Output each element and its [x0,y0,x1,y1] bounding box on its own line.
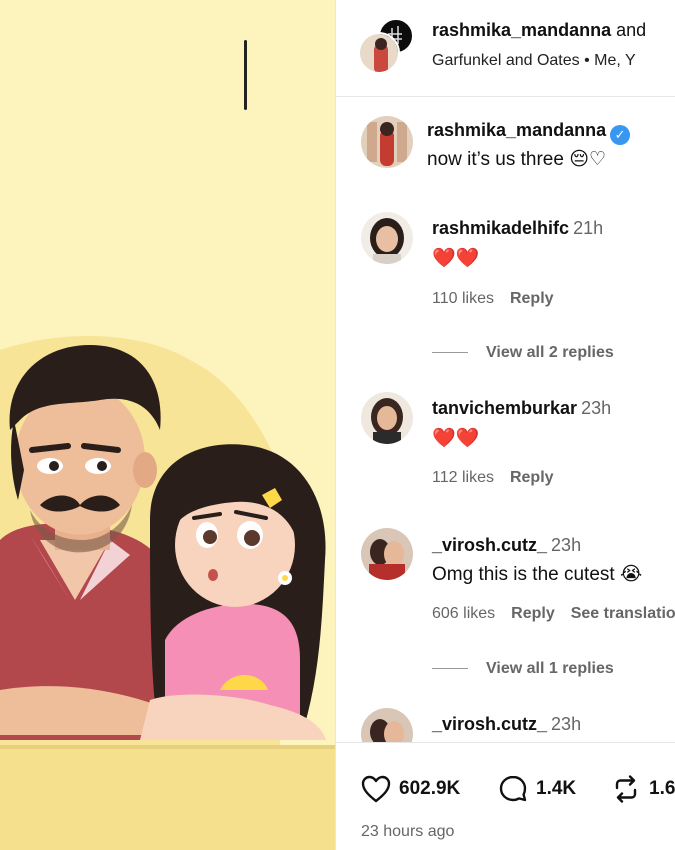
reply-button[interactable]: Reply [511,605,555,622]
caption-text: now it’s us three 😔♡ [427,149,607,170]
cartoon-illustration [0,0,335,850]
reply-button[interactable]: Reply [510,469,554,486]
comments-count[interactable]: 1.4K [536,778,576,800]
reposts-count[interactable]: 1.6 [649,778,675,800]
heart-icon [361,775,391,803]
like-button[interactable]: 602.9K [361,773,460,805]
comment-likes[interactable]: 110 likes [432,290,494,307]
comment-username[interactable]: tanvichemburkar 23h [432,398,611,419]
comment-username[interactable]: _virosh.cutz_ 23h [432,535,581,556]
post-panel: rashmika_mandanna and Garfunkel and Oate… [335,0,675,850]
post-header: rashmika_mandanna and Garfunkel and Oate… [336,0,675,97]
likes-count[interactable]: 602.9K [399,778,460,800]
author-username[interactable]: rashmika_mandanna [432,20,611,40]
comment-username[interactable]: rashmikadelhifc 21h [432,218,603,239]
comment-username-text[interactable]: tanvichemburkar [432,398,577,418]
comment-time: 21h [573,218,604,238]
repost-icon [615,775,637,803]
reply-button[interactable]: Reply [510,290,554,307]
comment-text: Omg this is the cutest 😭 [432,564,643,585]
comment-text: ❤️❤️ [432,428,480,449]
comment-time: 23h [551,714,582,734]
view-replies-button[interactable]: View all 1 replies [432,660,614,678]
comment-username-text[interactable]: _virosh.cutz_ [432,714,547,734]
avatar-photo-icon [361,116,413,168]
replies-divider [432,668,468,670]
comment-avatar[interactable] [361,392,413,444]
comment-button[interactable]: 1.4K [498,773,576,805]
avatar-primary[interactable] [358,32,400,74]
comment-time: 23h [581,398,612,418]
caption-avatar[interactable] [361,116,413,168]
avatar-photo-icon [361,212,413,264]
collab-and-text: and [611,20,647,40]
verified-badge-icon: ✓ [610,125,631,145]
view-replies-label[interactable]: View all 1 replies [486,660,614,677]
replies-divider [432,352,468,354]
comment-avatar[interactable] [361,212,413,264]
comment-username-text[interactable]: _virosh.cutz_ [432,535,547,555]
post-media[interactable] [0,0,335,850]
comment-username-text[interactable]: rashmikadelhifc [432,218,569,238]
avatar-photo-icon [361,528,413,580]
comment-meta: 110 likes Reply [432,290,570,308]
collab-avatars[interactable] [358,18,418,78]
post-timestamp[interactable]: 23 hours ago [361,823,454,841]
see-translation-button[interactable]: See translation [571,605,675,622]
view-replies-button[interactable]: View all 2 replies [432,344,614,362]
view-replies-label[interactable]: View all 2 replies [486,344,614,361]
comment-meta: 112 likes Reply [432,469,570,487]
caption-username[interactable]: rashmika_mandanna ✓ [427,120,631,145]
avatar-photo-icon [360,34,398,72]
caption-username-text[interactable]: rashmika_mandanna [427,120,606,140]
comment-likes[interactable]: 606 likes [432,605,495,622]
audio-subtitle[interactable]: Garfunkel and Oates • Me, Y [432,52,636,70]
comment-text: ❤️❤️ [432,248,480,269]
comment-time: 23h [551,535,582,555]
comment-avatar[interactable] [361,528,413,580]
comment-meta: 606 likes Reply See translation [432,605,675,623]
avatar-photo-icon [361,392,413,444]
repost-button[interactable]: 1.6 [611,773,675,805]
comment-likes[interactable]: 112 likes [432,469,494,486]
actions-bar: 602.9K 1.4K 1.6 23 hours ago [336,742,675,850]
post-author[interactable]: rashmika_mandanna and [432,20,646,41]
comment-icon [499,775,527,802]
comment-username[interactable]: _virosh.cutz_ 23h [432,714,581,735]
